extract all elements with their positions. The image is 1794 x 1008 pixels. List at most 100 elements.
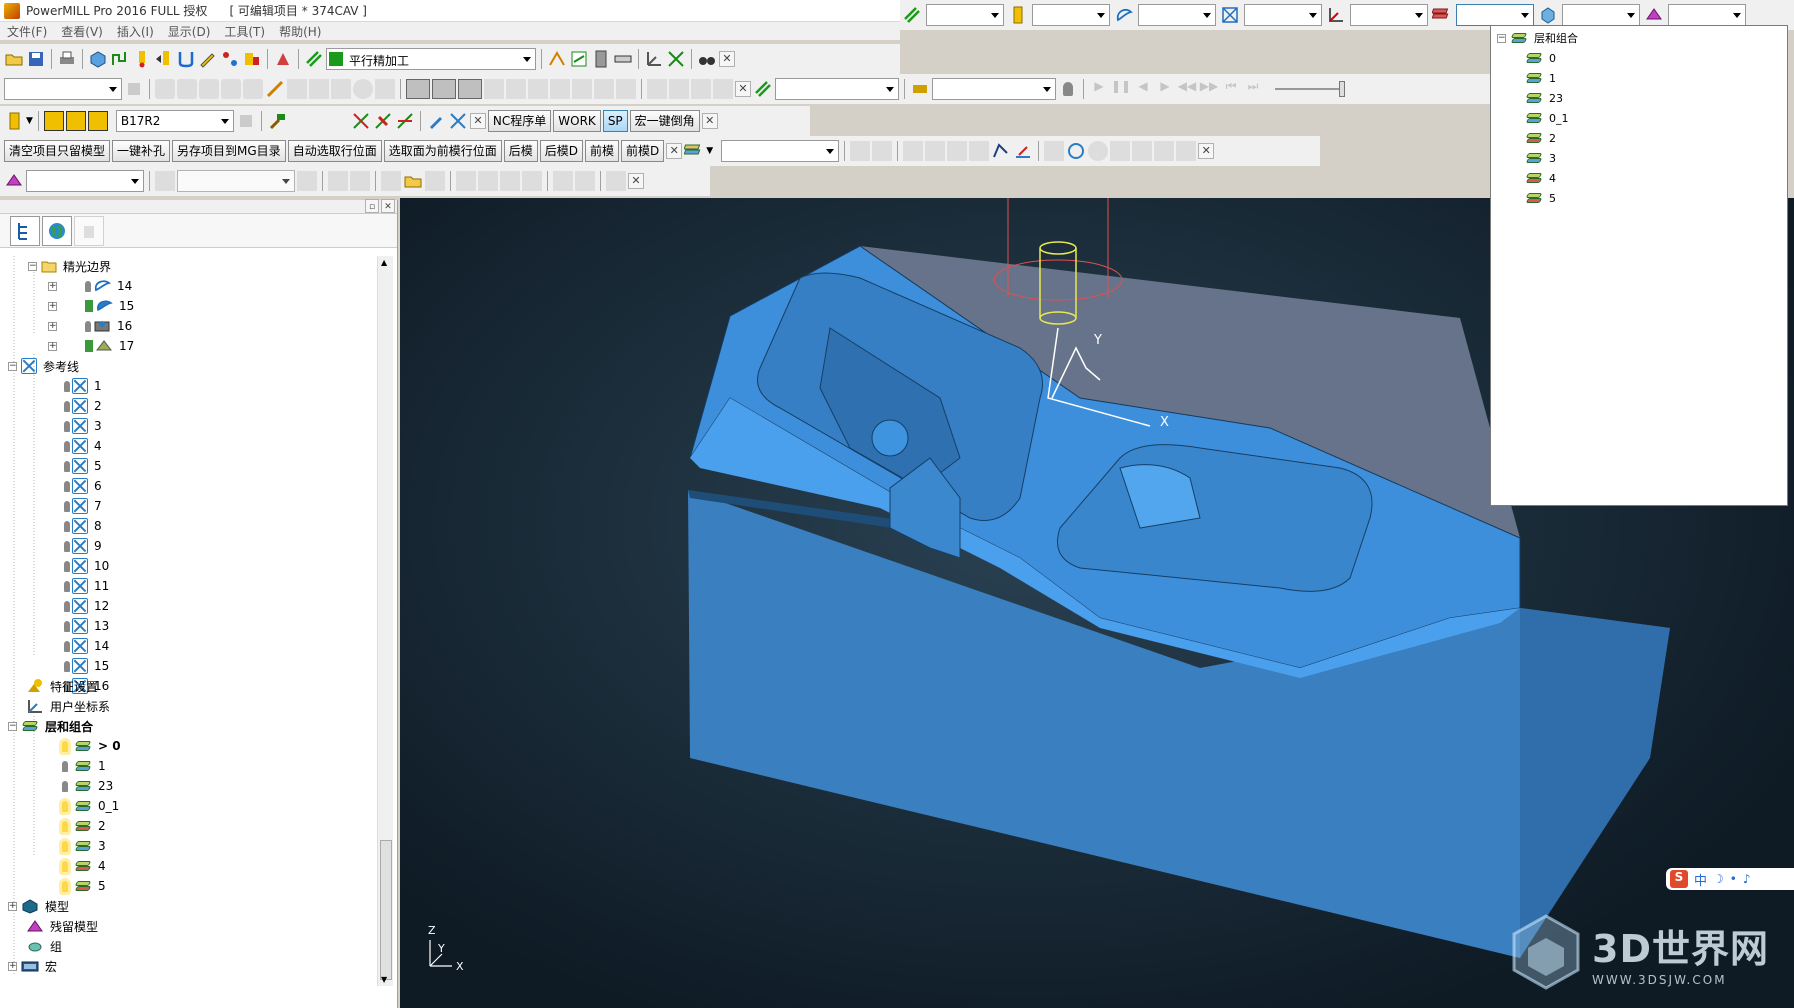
moon-icon[interactable]: ☽ (1713, 872, 1724, 886)
tree-item-layer[interactable]: > 0 (62, 736, 121, 756)
expand-toggle[interactable]: + (48, 321, 57, 331)
edit-tool-icon[interactable] (484, 79, 504, 99)
chevron-down-icon[interactable]: ▼ (26, 116, 33, 126)
tool-select-combo[interactable]: B17R2 (115, 110, 234, 132)
visibility-bulb-icon[interactable] (85, 280, 91, 292)
visibility-bulb-icon[interactable] (64, 660, 70, 672)
tree-node-macro[interactable]: + 宏 (8, 956, 57, 976)
close-panel-button[interactable]: ✕ (381, 199, 395, 213)
stock-icon[interactable] (456, 171, 476, 191)
tree-item-layer[interactable]: 4 (62, 856, 106, 876)
stock-option-combo[interactable] (177, 170, 295, 192)
tree-item-reference-line[interactable]: 13 (64, 616, 109, 636)
stock-icon[interactable] (381, 171, 401, 191)
tree-node-reference-lines[interactable]: − 参考线 (8, 356, 79, 376)
tree-item-layer[interactable]: 2 (62, 816, 106, 836)
report-icon[interactable] (287, 79, 307, 99)
visibility-bulb-icon[interactable] (64, 620, 70, 632)
stock-icon[interactable] (297, 171, 317, 191)
step-forward-icon[interactable]: ▶ (1155, 79, 1175, 99)
tree-node-finish-boundary[interactable]: − 精光边界 (28, 256, 111, 276)
dropdown-layer-item[interactable]: 5 (1525, 188, 1556, 208)
scroll-up-icon[interactable]: ▲ (381, 258, 387, 267)
dropdown-layer-item[interactable]: 1 (1525, 68, 1556, 88)
tree-item-boundary[interactable]: +16 (48, 316, 132, 336)
collapse-toggle[interactable]: − (8, 361, 17, 371)
boundary-icon[interactable] (903, 141, 924, 161)
cut-icon[interactable] (395, 111, 415, 131)
select-front-slide-button[interactable]: 选取面为前模行位面 (383, 140, 502, 162)
menu-file[interactable]: 文件(F) (0, 22, 54, 40)
edit-tool-icon[interactable] (594, 79, 614, 99)
cut-icon[interactable] (373, 111, 393, 131)
expand-toggle[interactable]: + (8, 901, 17, 911)
visibility-bulb-icon[interactable] (62, 820, 68, 832)
boundary-edit-icon[interactable] (991, 141, 1011, 161)
visibility-bulb-icon[interactable] (62, 740, 68, 752)
redo-icon[interactable] (1154, 141, 1175, 161)
delete-icon[interactable] (606, 171, 626, 191)
dropdown-layer-item[interactable]: 2 (1525, 128, 1556, 148)
visibility-bulb-icon[interactable] (85, 320, 91, 332)
simulation-toolpath-combo[interactable] (775, 78, 899, 100)
play-icon[interactable]: ▶ (1089, 79, 1109, 99)
edit-tool-icon[interactable] (506, 79, 526, 99)
binoculars-icon[interactable] (697, 49, 717, 69)
collapse-toggle[interactable]: − (1497, 33, 1506, 43)
stock-icon[interactable] (155, 171, 175, 191)
delete-icon[interactable] (375, 79, 395, 99)
surface-edit-icon[interactable] (221, 79, 241, 99)
stock-icon[interactable] (350, 171, 370, 191)
delete-icon[interactable] (1176, 141, 1197, 161)
tool-holder-icon[interactable] (43, 111, 64, 131)
measure-icon[interactable] (613, 49, 633, 69)
chevron-down-icon[interactable]: ▼ (706, 146, 713, 156)
stock-icon[interactable] (522, 171, 542, 191)
tree-item-layer[interactable]: 5 (62, 876, 106, 896)
tool-database-icon[interactable] (242, 49, 262, 69)
pattern-delete-icon[interactable] (448, 111, 468, 131)
tab-explorer[interactable] (10, 215, 40, 246)
layer-select-combo[interactable] (721, 140, 840, 162)
visibility-bulb-icon[interactable] (62, 880, 68, 892)
tool-check-icon[interactable] (265, 79, 285, 99)
tree-node-layers[interactable]: − 层和组合 (8, 716, 93, 736)
pattern-create-icon[interactable] (666, 49, 686, 69)
expand-toggle[interactable]: + (48, 281, 57, 291)
scroll-down-icon[interactable]: ▼ (381, 975, 387, 984)
workplane-select-combo[interactable] (4, 78, 122, 100)
tool-combo[interactable] (1032, 4, 1110, 26)
toolbar-close-button[interactable]: ✕ (719, 51, 735, 67)
verify-icon[interactable] (220, 49, 240, 69)
workplane-create-icon[interactable] (644, 49, 664, 69)
tree-node-model[interactable]: + 模型 (8, 896, 69, 916)
edit-tool-icon[interactable] (691, 79, 711, 99)
expand-toggle[interactable]: + (8, 961, 17, 971)
visibility-bulb-icon[interactable] (64, 480, 70, 492)
visibility-bulb-icon[interactable] (64, 460, 70, 472)
step-back-icon[interactable]: ◀ (1133, 79, 1153, 99)
boundary-draw-icon[interactable] (1013, 141, 1033, 161)
surface-edit-icon[interactable] (199, 79, 219, 99)
tree-item-reference-line[interactable]: 3 (64, 416, 102, 436)
tree-item-reference-line[interactable]: 14 (64, 636, 109, 656)
boundary-icon[interactable] (1110, 141, 1131, 161)
open-icon[interactable] (850, 141, 871, 161)
layer-dropdown-list[interactable]: − 层和组合 0 1 23 0_1 2 3 4 5 (1490, 25, 1788, 506)
visibility-bulb-icon[interactable] (64, 520, 70, 532)
tree-node-feature-settings[interactable]: 特征设置 (20, 676, 98, 696)
expand-toggle[interactable]: + (48, 301, 57, 311)
rewind-icon[interactable]: ◀◀ (1177, 79, 1197, 99)
edit-tool-icon[interactable] (647, 79, 667, 99)
dropdown-root[interactable]: − 层和组合 (1497, 28, 1578, 48)
light-icon[interactable] (1063, 82, 1073, 96)
toolpath-icon[interactable] (753, 79, 773, 99)
save-icon[interactable] (872, 141, 893, 161)
dropdown-layer-item[interactable]: 23 (1525, 88, 1563, 108)
visibility-bulb-icon[interactable] (64, 420, 70, 432)
ime-toolbar[interactable]: S 中 ☽ • ♪ (1666, 868, 1794, 890)
punctuation-icon[interactable]: • (1730, 872, 1737, 886)
nc-program-button[interactable]: NC程序单 (487, 110, 552, 132)
pause-icon[interactable]: ❚❚ (1111, 79, 1131, 99)
tree-item-layer[interactable]: 23 (62, 776, 113, 796)
